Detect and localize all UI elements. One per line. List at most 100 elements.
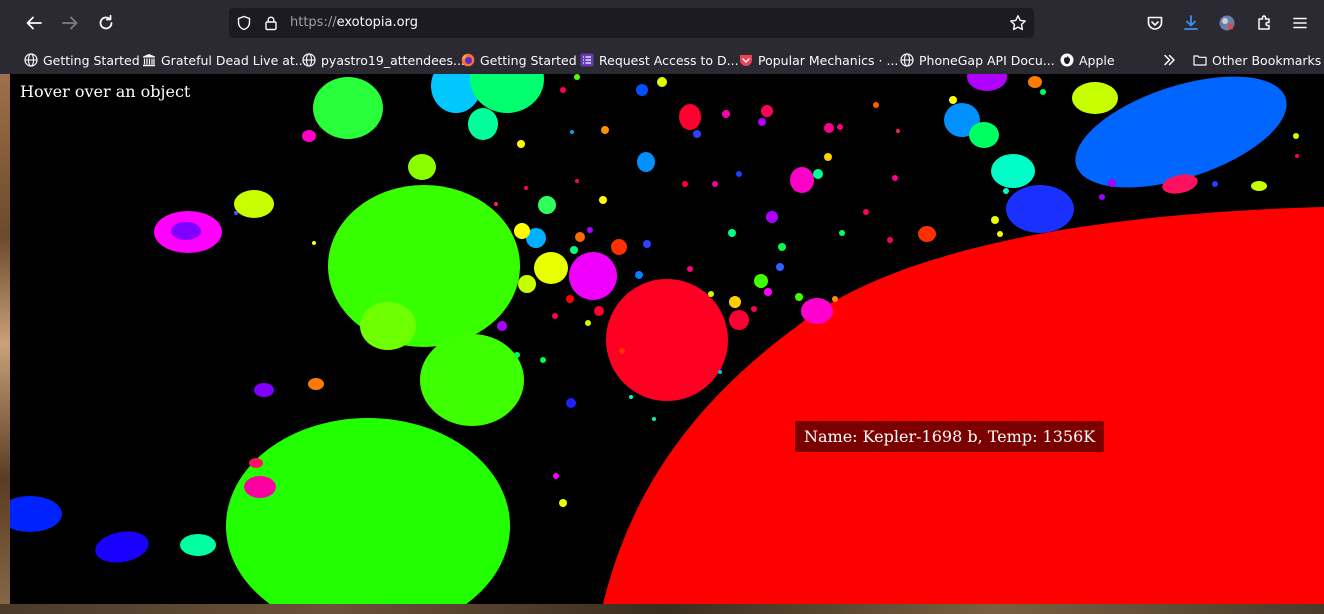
account-avatar-icon xyxy=(1219,15,1235,31)
planet xyxy=(611,239,627,255)
planet xyxy=(754,274,768,288)
globe-icon xyxy=(900,53,914,67)
globe-icon xyxy=(24,53,38,67)
bookmark-label: Getting Started xyxy=(43,52,140,68)
planet xyxy=(606,279,728,401)
planet xyxy=(514,223,530,239)
bookmark-label: Grateful Dead Live at... xyxy=(161,52,307,68)
planet xyxy=(470,74,544,113)
bookmarks-overflow-button[interactable] xyxy=(1162,50,1176,70)
url-bar[interactable]: https://exotopia.org xyxy=(229,8,1034,38)
planet xyxy=(10,496,62,532)
list-icon xyxy=(580,53,594,67)
planet xyxy=(234,190,274,218)
planet xyxy=(408,154,436,180)
planet xyxy=(518,275,536,293)
planet xyxy=(801,298,833,324)
back-button[interactable] xyxy=(19,8,49,38)
pocket-icon xyxy=(1147,16,1163,30)
url-scheme: https:// xyxy=(290,15,337,30)
exoplanet-scene[interactable] xyxy=(10,74,1324,604)
bookmark-popular-mechanics[interactable]: Popular Mechanics · ... xyxy=(739,50,898,70)
url-text[interactable]: https://exotopia.org xyxy=(290,15,418,30)
planet xyxy=(1028,76,1042,88)
planet xyxy=(308,378,324,390)
planet xyxy=(1251,181,1267,191)
planet xyxy=(244,476,276,498)
planet xyxy=(790,167,814,193)
bookmark-star-icon[interactable] xyxy=(1009,14,1027,32)
bookmark-getting-started-1[interactable]: Getting Started xyxy=(24,50,140,70)
other-bookmarks-folder[interactable]: Other Bookmarks xyxy=(1193,50,1321,70)
forward-arrow-icon xyxy=(62,16,78,30)
planet-kepler-1698b xyxy=(603,207,1324,604)
bookmark-pyastro19[interactable]: pyastro19_attendees... xyxy=(302,50,465,70)
extensions-icon xyxy=(1258,15,1270,30)
planet xyxy=(679,104,701,130)
bookmark-label: PhoneGap API Docu... xyxy=(919,52,1055,68)
bookmark-label: Apple xyxy=(1079,52,1115,68)
exotopia-canvas[interactable]: Hover over an object Name: Kepler-1698 b… xyxy=(10,74,1324,604)
desktop-background-strip xyxy=(0,74,10,614)
planet xyxy=(534,252,568,284)
bookmark-apple[interactable]: Apple xyxy=(1060,50,1115,70)
reload-button[interactable] xyxy=(91,8,121,38)
planet xyxy=(468,108,498,140)
reload-icon xyxy=(99,14,113,30)
pocket-icon xyxy=(740,55,752,66)
planet-tooltip: Name: Kepler-1698 b, Temp: 1356K xyxy=(795,421,1105,452)
bookmark-label: Request Access to D... xyxy=(599,52,739,68)
bookmark-grateful-dead[interactable]: Grateful Dead Live at... xyxy=(142,50,307,70)
browser-toolbar: https://exotopia.org xyxy=(0,0,1324,46)
folder-icon xyxy=(1193,55,1207,66)
download-icon xyxy=(1184,15,1198,30)
planet xyxy=(575,232,585,242)
planet xyxy=(729,310,749,330)
planet xyxy=(1072,82,1118,114)
hover-prompt: Hover over an object xyxy=(20,82,191,101)
firefox-icon xyxy=(461,53,475,67)
planet xyxy=(249,458,263,468)
bookmark-request-access[interactable]: Request Access to D... xyxy=(580,50,739,70)
planet xyxy=(180,534,216,556)
tracking-shield-icon[interactable] xyxy=(236,15,252,31)
planet xyxy=(918,226,936,242)
bookmark-label: pyastro19_attendees... xyxy=(321,52,465,68)
planet xyxy=(637,152,655,172)
bookmark-getting-started-2[interactable]: Getting Started xyxy=(461,50,577,70)
bookmarks-toolbar: Getting Started Grateful Dead Live at...… xyxy=(0,46,1324,74)
app-menu-button[interactable] xyxy=(1285,8,1315,38)
bookmark-phonegap[interactable]: PhoneGap API Docu... xyxy=(900,50,1055,70)
planet xyxy=(729,296,741,308)
other-bookmarks-label: Other Bookmarks xyxy=(1212,52,1322,68)
planet xyxy=(1006,185,1074,233)
planet xyxy=(302,130,316,142)
apple-icon xyxy=(1060,53,1074,67)
downloads-button[interactable] xyxy=(1176,8,1206,38)
planet xyxy=(569,252,617,300)
lock-icon[interactable] xyxy=(263,15,279,31)
pocket-button[interactable] xyxy=(1140,8,1170,38)
forward-button[interactable] xyxy=(55,8,85,38)
bookmark-label: Popular Mechanics · ... xyxy=(758,52,899,68)
account-button[interactable] xyxy=(1212,8,1242,38)
planet xyxy=(313,77,383,139)
planet xyxy=(967,74,1007,91)
planet xyxy=(254,383,274,397)
planet xyxy=(226,418,510,604)
chevron-double-right-icon xyxy=(1164,54,1175,66)
extensions-button[interactable] xyxy=(1249,8,1279,38)
globe-icon xyxy=(302,53,316,67)
hamburger-menu-icon xyxy=(1293,17,1307,29)
ringed-planet-core xyxy=(171,222,201,240)
planet xyxy=(969,122,999,148)
planet xyxy=(360,302,416,350)
desktop-background-bottom xyxy=(0,604,1324,614)
back-arrow-icon xyxy=(26,16,42,30)
bookmark-label: Getting Started xyxy=(480,52,577,68)
planet xyxy=(991,154,1035,188)
archive-icon xyxy=(143,54,155,67)
planet xyxy=(328,185,520,347)
planet xyxy=(538,196,556,214)
planet xyxy=(95,531,149,563)
